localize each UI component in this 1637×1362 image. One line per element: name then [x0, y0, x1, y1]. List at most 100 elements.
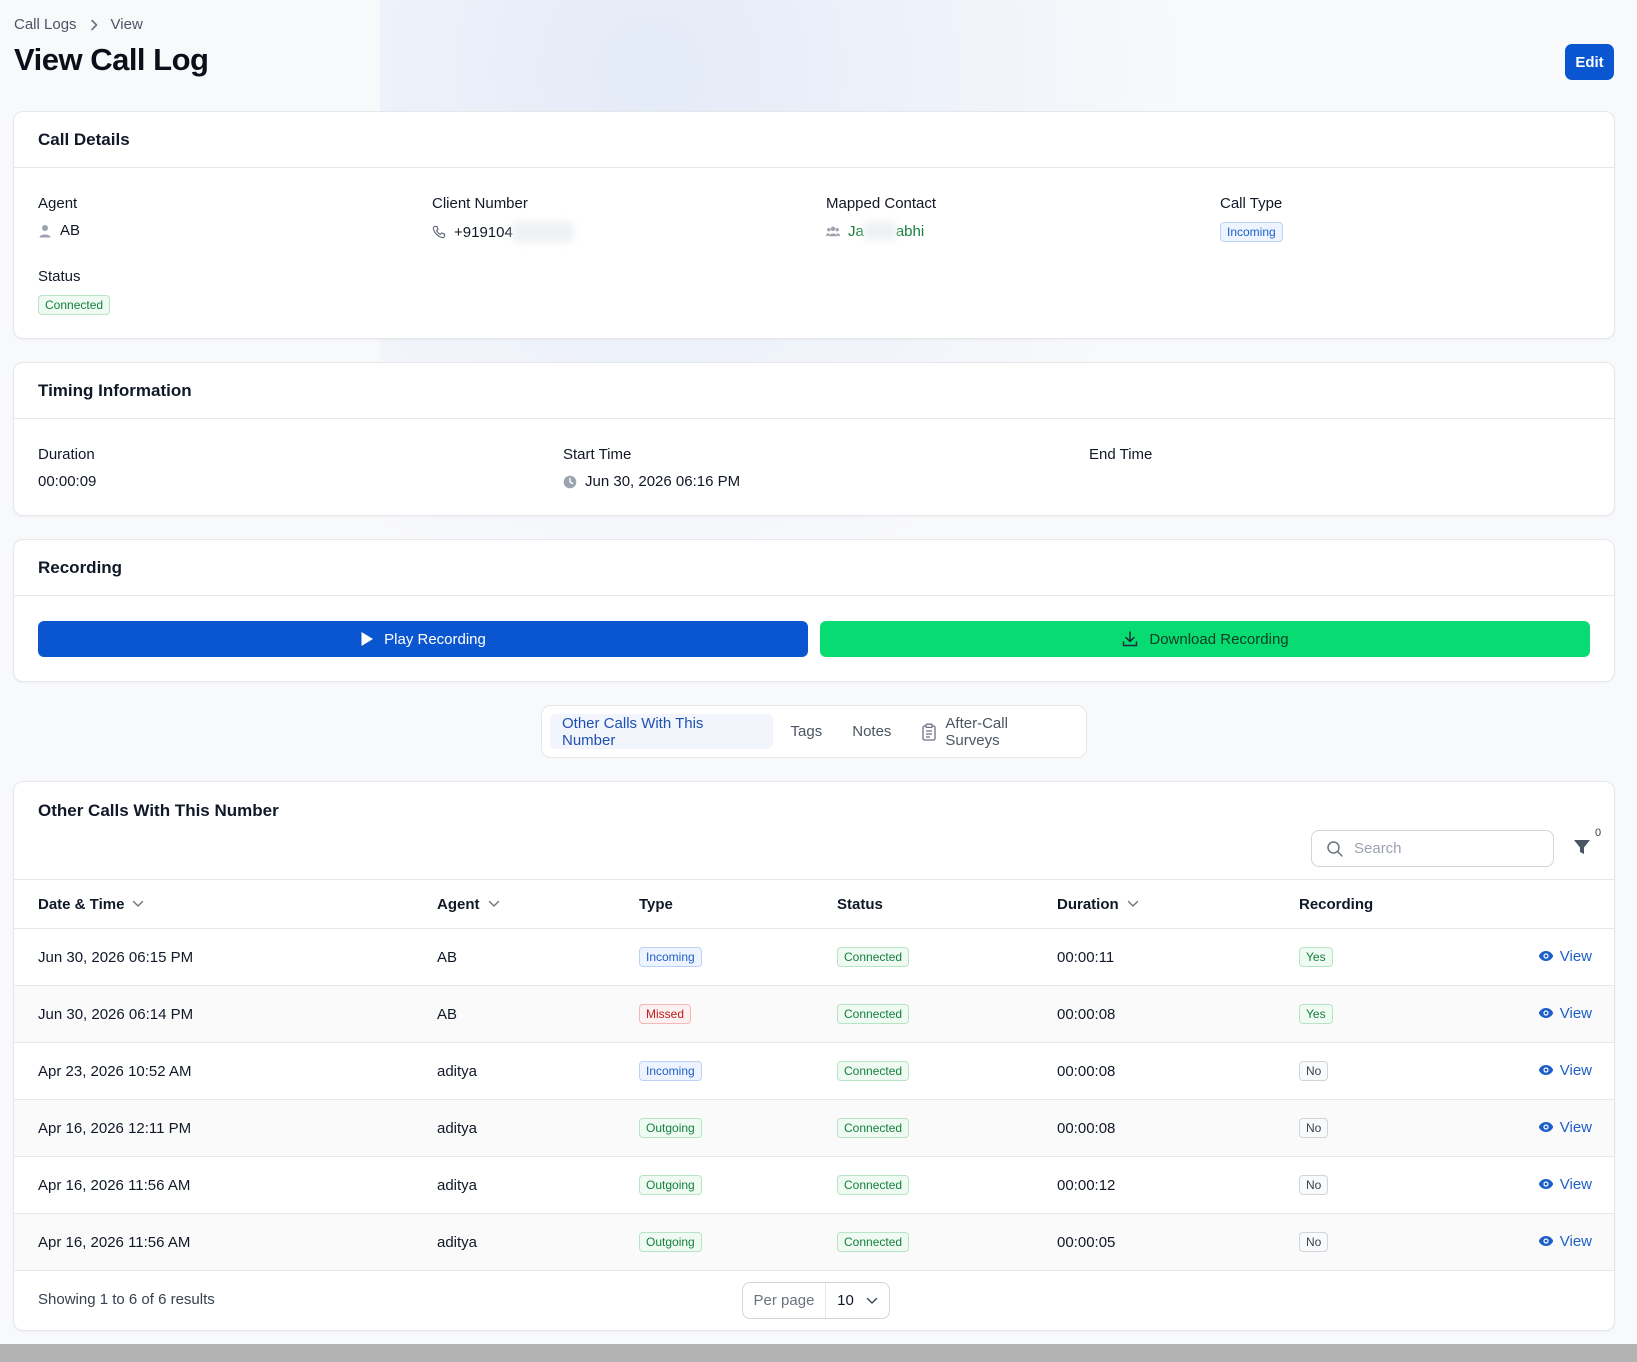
column-header-recording: Recording: [1299, 895, 1374, 913]
cell-actions: View: [1499, 1043, 1614, 1100]
user-icon: [38, 224, 52, 238]
tab-label: Other Calls With This Number: [562, 714, 704, 749]
table-row: Apr 16, 2026 11:56 AM aditya Outgoing Conne…: [14, 1157, 1614, 1214]
cell-duration: 00:00:08: [1057, 1062, 1116, 1080]
agent-field: Agent AB: [38, 195, 80, 239]
tab-other-calls[interactable]: Other Calls With This Number: [550, 714, 773, 749]
tab-tags[interactable]: Tags: [779, 714, 835, 749]
cell-duration: 00:00:11: [1057, 948, 1115, 966]
download-icon: [1121, 630, 1139, 648]
timing-card: Timing Information Duration 00:00:09 Sta…: [13, 362, 1615, 516]
column-header-duration[interactable]: Duration: [1057, 880, 1299, 929]
mapped-contact-link[interactable]: Ja abhi: [848, 222, 924, 240]
mapped-contact-label: Mapped Contact: [826, 195, 937, 212]
cell-type: Incoming: [639, 929, 837, 986]
cell-actions: View: [1499, 1100, 1614, 1157]
breadcrumb-link-call-logs[interactable]: Call Logs: [14, 16, 77, 33]
call-details-title: Call Details: [14, 112, 1614, 168]
cell-agent: AB: [437, 948, 458, 966]
bottom-scrollbar-area: [0, 1344, 1637, 1362]
download-recording-button[interactable]: Download Recording: [820, 621, 1590, 657]
column-label: Date & Time: [38, 895, 125, 913]
table-row: Apr 16, 2026 12:11 PM aditya Outgoing Conne…: [14, 1099, 1614, 1157]
tab-after-call-surveys[interactable]: After-Call Surveys: [909, 714, 1078, 749]
view-link[interactable]: View: [1538, 1062, 1592, 1079]
recording-badge: No: [1299, 1175, 1329, 1195]
column-header-agent[interactable]: Agent: [437, 880, 639, 929]
eye-icon: [1538, 1121, 1554, 1133]
mapped-contact-value-end: abhi: [895, 222, 925, 240]
chevron-down-icon: [1127, 900, 1139, 908]
search-field[interactable]: [1311, 830, 1554, 867]
breadcrumb-current: View: [110, 16, 143, 33]
status-badge: Connected: [38, 295, 111, 315]
cell-recording: Yes: [1299, 929, 1499, 986]
tab-label: After-Call Surveys: [945, 714, 1008, 749]
cell-actions: View: [1499, 986, 1614, 1043]
cell-duration: 00:00:05: [1057, 1233, 1116, 1251]
cell-recording: No: [1299, 1157, 1499, 1214]
table-row: Apr 16, 2026 11:56 AM aditya Outgoing Conne…: [14, 1213, 1614, 1271]
cell-date-time: Apr 23, 2026 10:52 AM: [38, 1062, 192, 1080]
recording-badge: No: [1299, 1061, 1329, 1081]
table-row: Jun 30, 2026 06:14 PM AB Missed Connected 00…: [14, 985, 1614, 1043]
recording-badge: No: [1299, 1118, 1329, 1138]
cell-duration: 00:00:08: [1057, 1005, 1116, 1023]
type-badge: Outgoing: [639, 1232, 702, 1252]
status-label: Status: [38, 268, 81, 285]
client-number-value: +919104: [454, 223, 513, 241]
per-page-value: 10: [837, 1292, 854, 1309]
type-badge: Incoming: [639, 947, 702, 967]
view-link[interactable]: View: [1538, 1233, 1592, 1250]
view-label: View: [1559, 1118, 1592, 1136]
detail-tabs: Other Calls With This Number Tags Notes …: [541, 705, 1087, 758]
cell-status: Connected: [837, 1043, 1057, 1100]
call-details-card: Call Details Agent AB Client Number +919…: [13, 111, 1615, 339]
edit-button[interactable]: Edit: [1565, 44, 1614, 80]
cell-date-time: Apr 16, 2026 12:11 PM: [38, 1119, 192, 1137]
search-input[interactable]: [1354, 840, 1534, 857]
tab-notes[interactable]: Notes: [840, 714, 903, 749]
cell-status: Connected: [837, 1214, 1057, 1271]
table-header-row: Date & Time Agent Type Status Duration R…: [14, 879, 1614, 929]
view-label: View: [1559, 1175, 1592, 1193]
cell-status: Connected: [837, 929, 1057, 986]
play-recording-button[interactable]: Play Recording: [38, 621, 808, 657]
status-badge: Connected: [837, 1175, 910, 1195]
cell-recording: No: [1299, 1214, 1499, 1271]
other-calls-card: Other Calls With This Number 0 Date & T: [13, 781, 1615, 1331]
phone-icon: [432, 225, 446, 239]
cell-status: Connected: [837, 1100, 1057, 1157]
view-label: View: [1559, 1004, 1592, 1022]
filter-button[interactable]: [1569, 834, 1595, 860]
column-label: Duration: [1057, 895, 1119, 913]
view-link[interactable]: View: [1538, 1176, 1592, 1193]
cell-date-time: Jun 30, 2026 06:15 PM: [38, 948, 194, 966]
status-badge: Connected: [837, 1118, 910, 1138]
type-badge: Outgoing: [639, 1175, 702, 1195]
cell-agent: aditya: [437, 1119, 478, 1137]
view-link[interactable]: View: [1538, 948, 1592, 965]
cell-date-time: Apr 16, 2026 11:56 AM: [38, 1233, 191, 1251]
start-time-label: Start Time: [563, 446, 632, 463]
end-time-label: End Time: [1089, 446, 1153, 463]
recording-title: Recording: [14, 540, 1614, 596]
cell-date-time: Jun 30, 2026 06:14 PM: [38, 1005, 194, 1023]
eye-icon: [1538, 1064, 1554, 1076]
column-header-date-time[interactable]: Date & Time: [14, 880, 437, 929]
cell-status: Connected: [837, 1157, 1057, 1214]
column-header-type: Type: [639, 895, 673, 913]
play-recording-label: Play Recording: [384, 630, 486, 648]
duration-label: Duration: [38, 446, 95, 463]
page-title: View Call Log: [14, 42, 209, 77]
type-badge: Missed: [639, 1004, 692, 1024]
eye-icon: [1538, 1007, 1554, 1019]
view-link[interactable]: View: [1538, 1005, 1592, 1022]
view-label: View: [1559, 1061, 1592, 1079]
per-page-select[interactable]: Per page 10: [742, 1282, 890, 1319]
tab-label: Tags: [790, 723, 823, 740]
cell-duration: 00:00:12: [1057, 1176, 1116, 1194]
start-time-value: Jun 30, 2026 06:16 PM: [585, 473, 741, 490]
view-link[interactable]: View: [1538, 1119, 1592, 1136]
column-header-status: Status: [837, 895, 883, 913]
